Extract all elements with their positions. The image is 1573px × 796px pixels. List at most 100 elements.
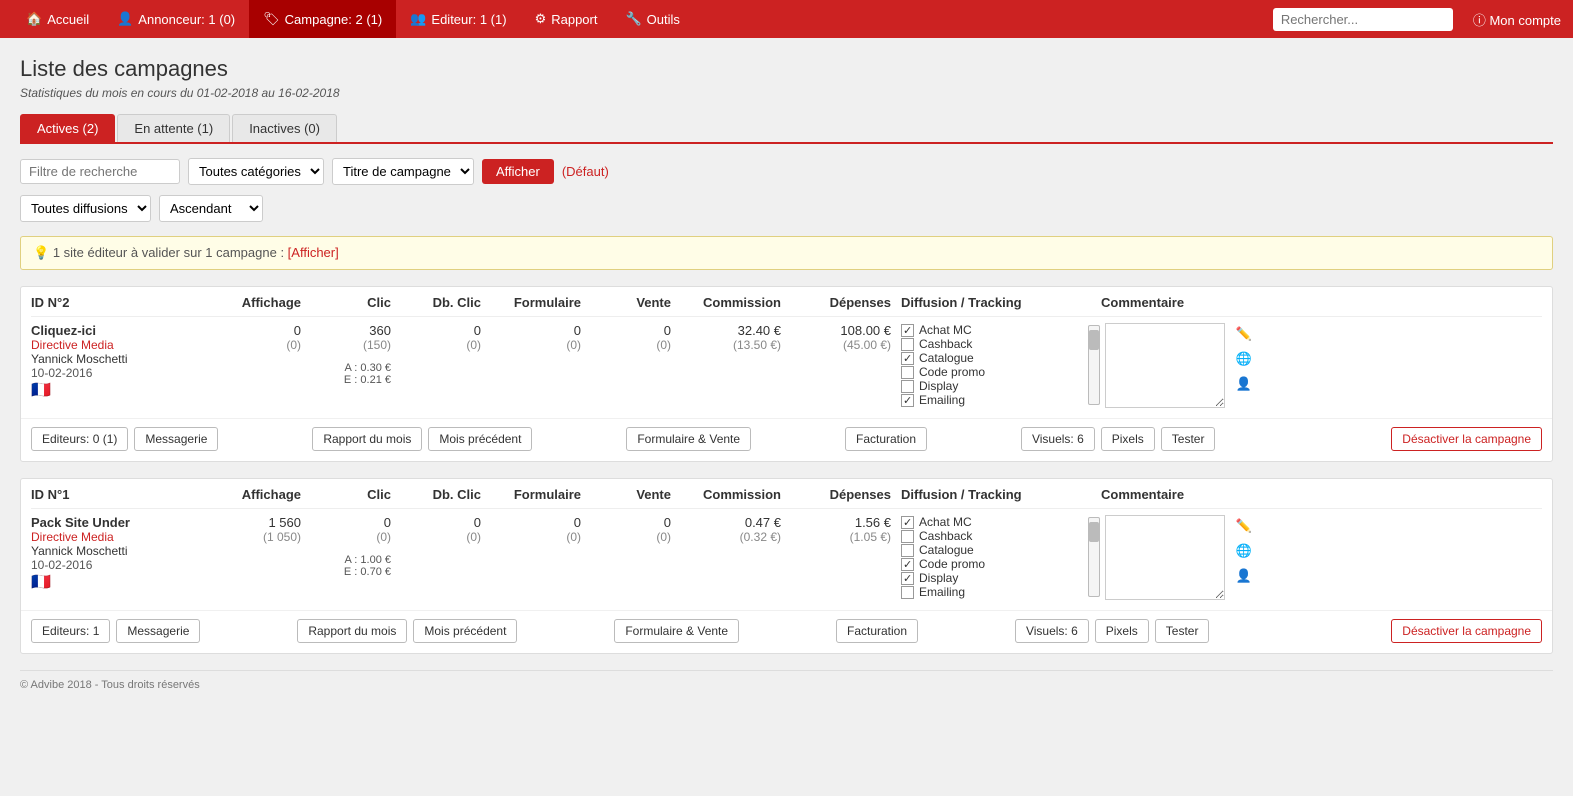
diffusion-item: Display (901, 571, 1085, 585)
messagerie-button[interactable]: Messagerie (116, 619, 200, 643)
tab-inactives[interactable]: Inactives (0) (232, 114, 337, 142)
rapport-button[interactable]: Rapport du mois (297, 619, 407, 643)
diffusion-checkbox[interactable] (901, 380, 914, 393)
rapport-button[interactable]: Rapport du mois (312, 427, 422, 451)
nav-outils[interactable]: 🔧 Outils (611, 0, 693, 38)
diffusion-checkbox[interactable] (901, 544, 914, 557)
clic-col: 360 (150) A : 0.30 € E : 0.21 € (311, 323, 401, 386)
diffusion-item: Achat MC (901, 515, 1085, 529)
diffusions-select[interactable]: Toutes diffusionsDiffusion 1 (20, 195, 151, 222)
depenses-sub: (45.00 €) (843, 338, 891, 352)
affichage-value: 0 (294, 323, 301, 338)
page-footer: © Advibe 2018 - Tous droits réservés (20, 670, 1553, 691)
clic-detail-a: A : 1.00 € (344, 554, 391, 566)
col-header-dbclic: Db. Clic (401, 487, 491, 502)
tester-button[interactable]: Tester (1155, 619, 1210, 643)
diffusion-checkbox[interactable] (901, 366, 914, 379)
account-link[interactable]: ⓘ Mon compte (1473, 10, 1561, 29)
person-icon[interactable]: 👤 (1233, 565, 1255, 587)
vente-col: 0 (0) (591, 515, 681, 544)
comment-textarea[interactable] (1105, 323, 1225, 408)
col-header-depenses: Dépenses (791, 295, 901, 310)
desactiver-button[interactable]: Désactiver la campagne (1391, 619, 1542, 643)
campaign-date: 10-02-2016 (31, 366, 221, 380)
campaign-brand[interactable]: Directive Media (31, 530, 221, 544)
diffusion-item: Catalogue (901, 351, 1085, 365)
col-header-affichage: Affichage (221, 295, 311, 310)
categories-select[interactable]: Toutes catégoriesCatégorie 1Catégorie 2 (188, 158, 324, 185)
edit-icon[interactable]: ✏️ (1233, 323, 1255, 345)
diffusion-item: Cashback (901, 337, 1085, 351)
editeurs-button[interactable]: Editeurs: 0 (1) (31, 427, 128, 451)
depenses-sub: (1.05 €) (850, 530, 891, 544)
formulaire-sub: (0) (566, 530, 581, 544)
diffusion-item: Code promo (901, 557, 1085, 571)
tag-icon: 🏷 (263, 11, 280, 27)
mois-prec-button[interactable]: Mois précédent (413, 619, 517, 643)
col-header-commission: Commission (681, 295, 791, 310)
commission-col: 32.40 € (13.50 €) (681, 323, 791, 352)
person-icon[interactable]: 👤 (1233, 373, 1255, 395)
dbclic-col: 0 (0) (401, 323, 491, 352)
tab-actives[interactable]: Actives (2) (20, 114, 115, 142)
alert-link[interactable]: [Afficher] (288, 245, 339, 260)
col-header-vente: Vente (591, 295, 681, 310)
nav-campagne[interactable]: 🏷 Campagne: 2 (1) (249, 0, 396, 38)
affichage-sub: (0) (286, 338, 301, 352)
alert-icon: 💡 (33, 245, 49, 260)
diffusion-checkbox[interactable] (901, 516, 914, 529)
pixels-button[interactable]: Pixels (1101, 427, 1155, 451)
tab-en-attente[interactable]: En attente (1) (117, 114, 230, 142)
formulaire-sub: (0) (566, 338, 581, 352)
messagerie-button[interactable]: Messagerie (134, 427, 218, 451)
campaign-brand[interactable]: Directive Media (31, 338, 221, 352)
edit-icon[interactable]: ✏️ (1233, 515, 1255, 537)
facturation-button[interactable]: Facturation (836, 619, 918, 643)
dbclic-value: 0 (474, 515, 481, 530)
visuels-button[interactable]: Visuels: 6 (1015, 619, 1089, 643)
nav-accueil[interactable]: 🏠 Accueil (12, 0, 103, 38)
afficher-button[interactable]: Afficher (482, 159, 554, 184)
order-select[interactable]: AscendantDescendant (159, 195, 263, 222)
search-input[interactable] (1273, 8, 1453, 31)
diffusion-label: Cashback (919, 337, 972, 351)
diffusion-label: Emailing (919, 585, 965, 599)
depenses-value: 1.56 € (855, 515, 891, 530)
pixels-button[interactable]: Pixels (1095, 619, 1149, 643)
depenses-col: 1.56 € (1.05 €) (791, 515, 901, 544)
filter-bar: Toutes catégoriesCatégorie 1Catégorie 2 … (20, 158, 1553, 185)
facturation-button[interactable]: Facturation (845, 427, 927, 451)
commission-sub: (13.50 €) (733, 338, 781, 352)
diffusion-checkbox[interactable] (901, 352, 914, 365)
clic-detail: A : 0.30 € E : 0.21 € (344, 362, 391, 386)
comment-textarea[interactable] (1105, 515, 1225, 600)
visuels-button[interactable]: Visuels: 6 (1021, 427, 1095, 451)
diffusion-checkbox[interactable] (901, 530, 914, 543)
gear-icon: ⚙ (535, 11, 547, 27)
user-group-icon: 👥 (410, 11, 426, 27)
diffusion-scrollbar[interactable] (1088, 325, 1100, 405)
tester-button[interactable]: Tester (1161, 427, 1216, 451)
col-header-formulaire: Formulaire (491, 487, 591, 502)
diffusion-checkbox[interactable] (901, 324, 914, 337)
sort-field-select[interactable]: Titre de campagneDateID (332, 158, 474, 185)
form-vente-button[interactable]: Formulaire & Vente (626, 427, 751, 451)
diffusion-scrollbar[interactable] (1088, 517, 1100, 597)
nav-annonceur[interactable]: 👤 Annonceur: 1 (0) (103, 0, 249, 38)
campaign-flag: 🇫🇷 (31, 572, 221, 592)
form-vente-button[interactable]: Formulaire & Vente (614, 619, 739, 643)
globe-icon[interactable]: 🌐 (1233, 348, 1255, 370)
diffusion-checkbox[interactable] (901, 558, 914, 571)
diffusion-checkbox[interactable] (901, 572, 914, 585)
nav-rapport[interactable]: ⚙ Rapport (521, 0, 612, 38)
diffusion-checkbox[interactable] (901, 394, 914, 407)
diffusion-checkbox[interactable] (901, 338, 914, 351)
mois-prec-button[interactable]: Mois précédent (428, 427, 532, 451)
search-filter-input[interactable] (20, 159, 180, 184)
action-icons: ✏️ 🌐 👤 (1233, 515, 1255, 587)
diffusion-checkbox[interactable] (901, 586, 914, 599)
nav-editeur[interactable]: 👥 Editeur: 1 (1) (396, 0, 520, 38)
desactiver-button[interactable]: Désactiver la campagne (1391, 427, 1542, 451)
globe-icon[interactable]: 🌐 (1233, 540, 1255, 562)
editeurs-button[interactable]: Editeurs: 1 (31, 619, 110, 643)
